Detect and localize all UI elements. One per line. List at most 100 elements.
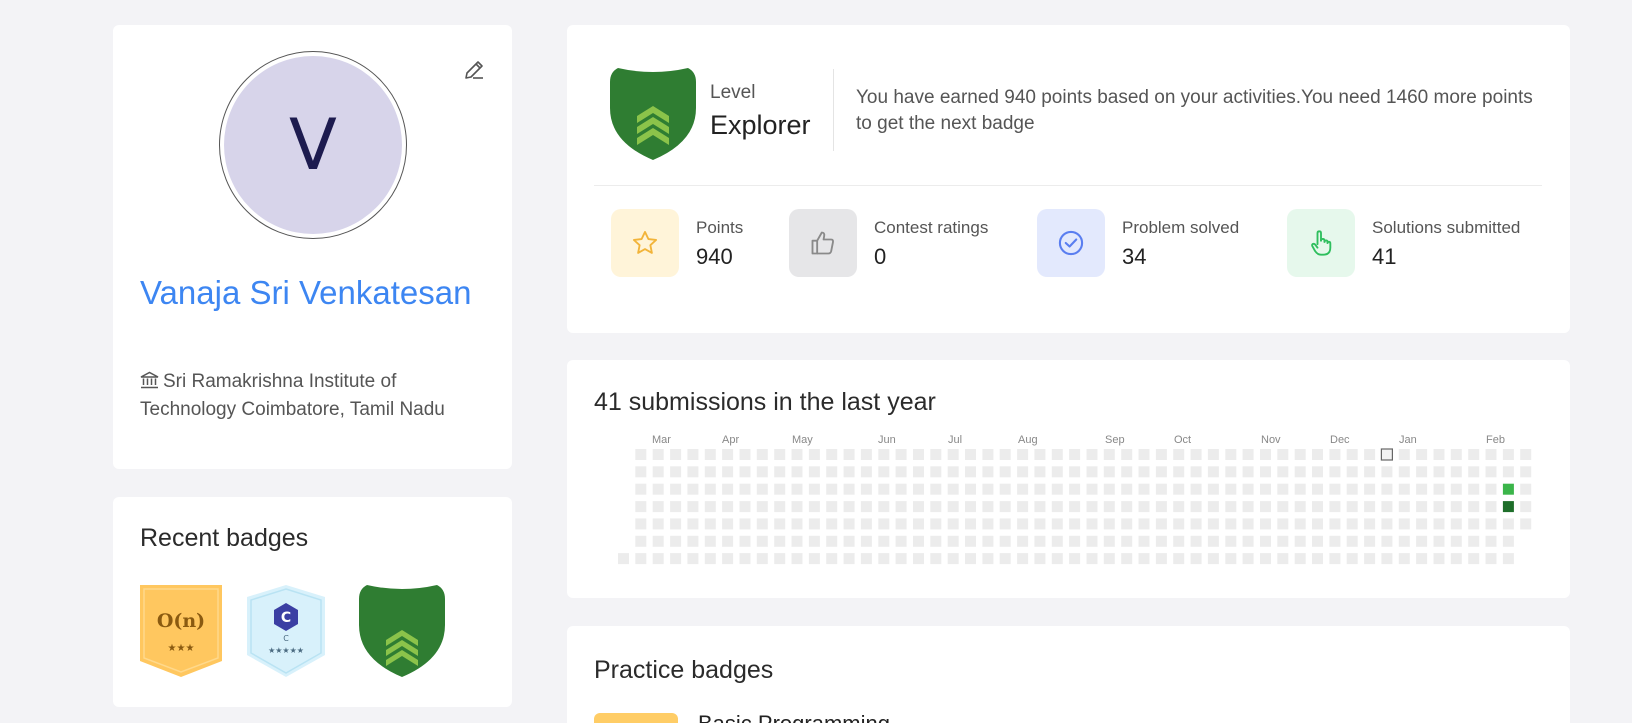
heatmap-cell[interactable] [982, 466, 994, 478]
heatmap-cell[interactable] [756, 501, 768, 513]
heatmap-cell[interactable] [1468, 466, 1480, 478]
heatmap-cell[interactable] [1069, 483, 1081, 495]
heatmap-cell[interactable] [1312, 483, 1323, 495]
heatmap-cell[interactable] [1381, 518, 1393, 530]
heatmap-cell[interactable] [1260, 483, 1271, 495]
heatmap-cell[interactable] [843, 449, 855, 460]
heatmap-cell[interactable] [704, 535, 716, 547]
heatmap-cell[interactable] [1520, 501, 1532, 513]
heatmap-cell[interactable] [1242, 466, 1254, 478]
heatmap-cell[interactable] [1398, 501, 1410, 513]
heatmap-cell[interactable] [1364, 535, 1376, 547]
heatmap-cell[interactable] [878, 518, 890, 530]
heatmap-cell[interactable] [878, 483, 890, 495]
heatmap-cell[interactable] [1086, 483, 1098, 495]
heatmap-cell[interactable] [1207, 553, 1219, 565]
heatmap-cell[interactable] [982, 535, 994, 547]
heatmap-cell[interactable] [722, 535, 734, 547]
heatmap-cell[interactable] [1502, 518, 1514, 530]
heatmap-cell[interactable] [860, 518, 872, 530]
heatmap-cell[interactable] [947, 449, 959, 460]
heatmap-cell[interactable] [895, 466, 907, 478]
heatmap-cell[interactable] [1294, 483, 1306, 495]
heatmap-cell[interactable] [1381, 535, 1393, 547]
heatmap-cell[interactable] [913, 535, 924, 547]
heatmap-cell[interactable] [1103, 501, 1115, 513]
heatmap-cell[interactable] [965, 501, 976, 513]
edit-profile-button[interactable] [459, 55, 489, 85]
heatmap-cell[interactable] [1502, 535, 1514, 547]
heatmap-cell[interactable] [999, 466, 1011, 478]
heatmap-cell[interactable] [1121, 518, 1133, 530]
heatmap-cell[interactable] [1155, 518, 1167, 530]
heatmap-cell[interactable] [652, 483, 664, 495]
heatmap-cell[interactable] [739, 535, 751, 547]
practice-badge-label[interactable]: Basic Programming [698, 711, 890, 723]
heatmap-cell[interactable] [1398, 466, 1410, 478]
heatmap-cell[interactable] [1121, 483, 1133, 495]
heatmap-cell[interactable] [1277, 518, 1289, 530]
heatmap-cell[interactable] [1069, 518, 1081, 530]
heatmap-cell[interactable] [1520, 518, 1532, 530]
heatmap-cell[interactable] [1260, 466, 1271, 478]
heatmap-cell[interactable] [1502, 501, 1514, 513]
heatmap-cell[interactable] [999, 449, 1011, 460]
heatmap-cell[interactable] [670, 449, 682, 460]
heatmap-cell[interactable] [791, 483, 803, 495]
heatmap-cell[interactable] [1416, 535, 1428, 547]
explorer-level-badge[interactable] [359, 585, 445, 677]
heatmap-cell[interactable] [1294, 466, 1306, 478]
heatmap-cell[interactable] [1277, 466, 1289, 478]
heatmap-cell[interactable] [1103, 535, 1115, 547]
heatmap-cell[interactable] [1260, 518, 1271, 530]
heatmap-cell[interactable] [860, 466, 872, 478]
heatmap-cell[interactable] [930, 483, 942, 495]
heatmap-cell[interactable] [1225, 449, 1237, 460]
heatmap-cell[interactable] [1121, 449, 1133, 460]
heatmap-cell[interactable] [1121, 553, 1133, 565]
heatmap-cell[interactable] [1485, 518, 1497, 530]
heatmap-cell[interactable] [756, 449, 768, 460]
heatmap-cell[interactable] [1034, 449, 1046, 460]
heatmap-cell[interactable] [652, 466, 664, 478]
heatmap-cell[interactable] [1155, 535, 1167, 547]
heatmap-cell[interactable] [1433, 449, 1445, 460]
heatmap-cell[interactable] [895, 449, 907, 460]
heatmap-cell[interactable] [756, 483, 768, 495]
heatmap-cell[interactable] [1416, 466, 1428, 478]
heatmap-cell[interactable] [843, 501, 855, 513]
heatmap-cell[interactable] [947, 518, 959, 530]
heatmap-cell[interactable] [913, 501, 924, 513]
heatmap-cell[interactable] [1086, 449, 1098, 460]
heatmap-cell[interactable] [1312, 553, 1323, 565]
heatmap-cell[interactable] [1190, 466, 1202, 478]
heatmap-cell[interactable] [1103, 518, 1115, 530]
heatmap-cell[interactable] [930, 466, 942, 478]
heatmap-cell[interactable] [1416, 553, 1428, 565]
heatmap-cell[interactable] [1277, 449, 1289, 460]
heatmap-cell[interactable] [1017, 466, 1029, 478]
heatmap-cell[interactable] [1312, 501, 1323, 513]
heatmap-cell[interactable] [635, 483, 647, 495]
heatmap-cell[interactable] [1086, 553, 1098, 565]
heatmap-cell[interactable] [1034, 501, 1046, 513]
heatmap-cell[interactable] [774, 483, 786, 495]
heatmap-cell[interactable] [895, 501, 907, 513]
heatmap-cell[interactable] [1364, 501, 1376, 513]
heatmap-cell[interactable] [1450, 449, 1462, 460]
heatmap-cell[interactable] [1138, 501, 1150, 513]
heatmap-cell[interactable] [1207, 483, 1219, 495]
heatmap-cell[interactable] [808, 553, 820, 565]
heatmap-cell[interactable] [1416, 501, 1428, 513]
heatmap-cell[interactable] [1312, 466, 1323, 478]
heatmap-cell[interactable] [1520, 466, 1532, 478]
heatmap-cell[interactable] [1450, 466, 1462, 478]
heatmap-cell[interactable] [1017, 483, 1029, 495]
heatmap-cell[interactable] [826, 518, 838, 530]
heatmap-cell[interactable] [1173, 449, 1185, 460]
heatmap-cell[interactable] [1260, 553, 1271, 565]
heatmap-cell[interactable] [791, 449, 803, 460]
heatmap-cell[interactable] [1346, 553, 1358, 565]
heatmap-cell[interactable] [913, 466, 924, 478]
heatmap-cell[interactable] [739, 483, 751, 495]
